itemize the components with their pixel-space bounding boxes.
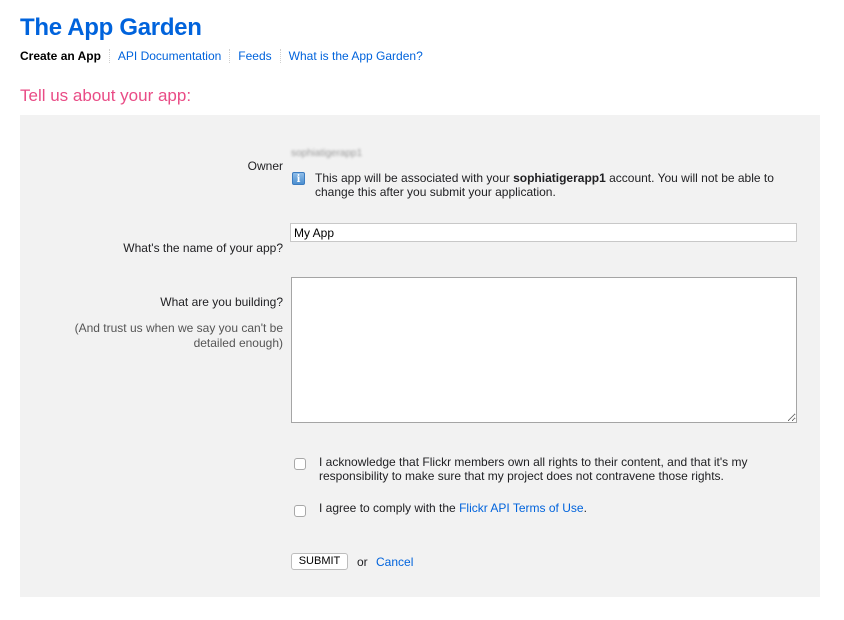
description-hint: (And trust us when we say you can't be d… <box>74 321 283 350</box>
terms-suffix: . <box>583 501 587 515</box>
description-textarea[interactable] <box>291 277 797 423</box>
or-text: or <box>357 555 368 569</box>
info-account: sophiatigerapp1 <box>513 171 606 185</box>
page-title: The App Garden <box>20 14 202 41</box>
terms-text: I agree to comply with the Flickr API Te… <box>319 501 789 515</box>
description-label: What are you building? <box>160 295 283 309</box>
app-name-label: What's the name of your app? <box>123 241 283 255</box>
section-title: Tell us about your app: <box>20 86 192 105</box>
info-icon: i <box>292 172 305 185</box>
subnav: Create an App API Documentation Feeds Wh… <box>20 49 431 63</box>
owner-name: sophiatigerapp1 <box>291 148 363 159</box>
owner-label: Owner <box>247 159 283 173</box>
submit-button[interactable]: SUBMIT <box>291 553 348 570</box>
app-name-input[interactable] <box>290 223 797 242</box>
owner-info-text: This app will be associated with your so… <box>315 171 785 199</box>
cancel-link[interactable]: Cancel <box>376 555 413 569</box>
terms-prefix: I agree to comply with the <box>319 501 460 515</box>
acknowledge-text: I acknowledge that Flickr members own al… <box>319 455 748 483</box>
info-prefix: This app will be associated with your <box>315 171 514 185</box>
subnav-item-what-is-app-garden[interactable]: What is the App Garden? <box>279 49 431 63</box>
subnav-item-api-documentation[interactable]: API Documentation <box>108 49 229 63</box>
terms-of-use-link[interactable]: Flickr API Terms of Use <box>459 501 583 515</box>
acknowledge-checkbox[interactable] <box>294 458 306 470</box>
subnav-item-feeds[interactable]: Feeds <box>229 49 279 63</box>
subnav-item-create-app[interactable]: Create an App <box>20 49 109 63</box>
terms-checkbox[interactable] <box>294 505 306 517</box>
